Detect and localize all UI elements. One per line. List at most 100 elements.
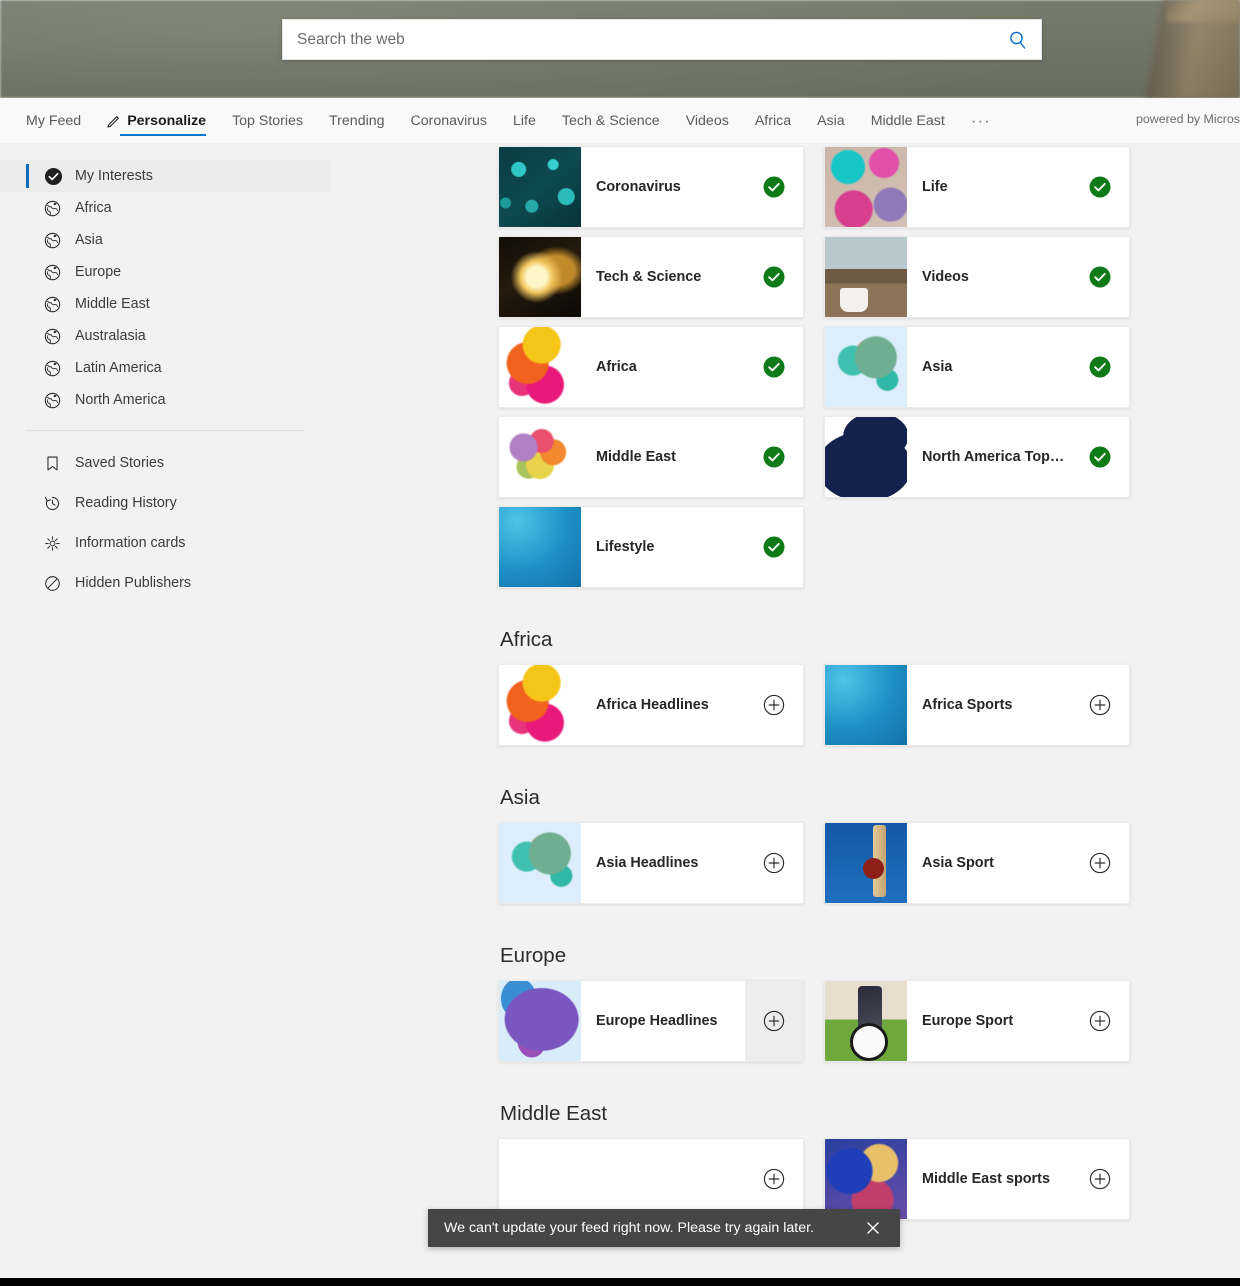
card-label: Middle East: [596, 449, 676, 465]
card-add-button[interactable]: [745, 665, 803, 745]
card-add-button[interactable]: [1071, 665, 1129, 745]
search-input[interactable]: [283, 20, 995, 59]
sidebar-item-saved-stories[interactable]: Saved Stories: [0, 443, 330, 483]
sidebar-item-africa[interactable]: Africa: [0, 192, 330, 224]
category-sections: Africa Africa Headlines Africa Sports Asia A…: [498, 628, 1138, 1220]
card-thumbnail: [825, 327, 907, 407]
plus-circle-icon: [1089, 852, 1111, 874]
section-title-africa: Africa: [500, 628, 553, 651]
globe-icon: [44, 264, 61, 281]
nav-item-tech-science[interactable]: Tech & Science: [562, 100, 660, 141]
sidebar-item-label: Latin America: [75, 360, 162, 376]
card-remove-button[interactable]: [1071, 417, 1129, 497]
topic-card-middle-east-sports[interactable]: Middle East sports: [824, 1138, 1130, 1220]
card-remove-button[interactable]: [1071, 237, 1129, 317]
nav-item-middle-east[interactable]: Middle East: [871, 100, 945, 141]
nav-item-life[interactable]: Life: [513, 100, 536, 141]
sidebar-item-label: Saved Stories: [75, 455, 165, 471]
topic-card-untitled[interactable]: [498, 1138, 804, 1220]
topic-card-tech-science[interactable]: Tech & Science: [498, 236, 804, 318]
check-circle-filled-icon: [44, 167, 63, 186]
card-label: Asia Headlines: [596, 855, 699, 871]
nav-item-trending[interactable]: Trending: [329, 100, 384, 141]
search-button[interactable]: [995, 20, 1041, 59]
toast-close-button[interactable]: [860, 1215, 886, 1241]
sidebar-item-hidden-publishers[interactable]: Hidden Publishers: [0, 563, 330, 603]
card-add-button[interactable]: [1071, 823, 1129, 903]
card-label: Middle East sports: [922, 1171, 1050, 1187]
nav-item-top-stories[interactable]: Top Stories: [232, 100, 303, 141]
gear-icon: [44, 535, 61, 552]
sidebar-item-reading-history[interactable]: Reading History: [0, 483, 330, 523]
sidebar-item-my-interests[interactable]: My Interests: [0, 160, 330, 192]
topic-card-asia-sport[interactable]: Asia Sport: [824, 822, 1130, 904]
sidebar-item-europe[interactable]: Europe: [0, 256, 330, 288]
sidebar-interests-group: My Interests Africa Asia Europe Middle East A…: [0, 160, 330, 416]
card-thumbnail: [825, 981, 907, 1061]
search-box[interactable]: [282, 19, 1042, 60]
sidebar-item-label: Asia: [75, 232, 103, 248]
card-thumbnail: [825, 1139, 907, 1219]
card-add-button[interactable]: [1071, 981, 1129, 1061]
topic-card-life[interactable]: Life: [824, 146, 1130, 228]
globe-icon: [44, 200, 61, 217]
topic-card-europe-headlines[interactable]: Europe Headlines: [498, 980, 804, 1062]
sidebar-item-asia[interactable]: Asia: [0, 224, 330, 256]
card-remove-button[interactable]: [1071, 327, 1129, 407]
sidebar-item-label: Australasia: [75, 328, 146, 344]
sidebar-item-latin-america[interactable]: Latin America: [0, 352, 330, 384]
card-add-button[interactable]: [745, 1139, 803, 1219]
topic-card-north-america-top[interactable]: North America Top…: [824, 416, 1130, 498]
nav-item-personalize[interactable]: Personalize: [107, 100, 206, 141]
sidebar-item-australasia[interactable]: Australasia: [0, 320, 330, 352]
nav-item-my-feed[interactable]: My Feed: [26, 100, 81, 141]
card-add-button[interactable]: [745, 823, 803, 903]
topic-card-africa[interactable]: Africa: [498, 326, 804, 408]
topic-card-africa-sports[interactable]: Africa Sports: [824, 664, 1130, 746]
sidebar-item-north-america[interactable]: North America: [0, 384, 330, 416]
nav-item-label: My Feed: [26, 113, 82, 129]
card-label: Europe Sport: [922, 1013, 1014, 1029]
sidebar-item-label: Information cards: [75, 535, 186, 551]
nav-item-label: Trending: [329, 113, 385, 129]
topic-card-lifestyle[interactable]: Lifestyle: [498, 506, 804, 588]
card-thumbnail: [825, 665, 907, 745]
card-remove-button[interactable]: [745, 417, 803, 497]
card-remove-button[interactable]: [745, 147, 803, 227]
nav-item-asia[interactable]: Asia: [817, 100, 845, 141]
card-thumbnail: [499, 327, 581, 407]
card-add-button[interactable]: [1071, 1139, 1129, 1219]
card-label: Coronavirus: [596, 179, 681, 195]
topic-card-europe-sport[interactable]: Europe Sport: [824, 980, 1130, 1062]
topic-card-africa-headlines[interactable]: Africa Headlines: [498, 664, 804, 746]
nav-item-label: Tech & Science: [561, 113, 660, 129]
topic-card-coronavirus[interactable]: Coronavirus: [498, 146, 804, 228]
topic-card-asia-headlines[interactable]: Asia Headlines: [498, 822, 804, 904]
card-label: Lifestyle: [596, 539, 655, 555]
plus-circle-icon: [763, 694, 785, 716]
card-thumbnail: [499, 1139, 581, 1219]
nav-item-label: Asia: [817, 113, 845, 129]
nav-item-coronavirus[interactable]: Coronavirus: [411, 100, 488, 141]
check-circle-green-icon: [763, 446, 785, 468]
sidebar-item-information-cards[interactable]: Information cards: [0, 523, 330, 563]
card-thumbnail: [499, 147, 581, 227]
card-add-button[interactable]: [745, 981, 803, 1061]
card-remove-button[interactable]: [745, 237, 803, 317]
topic-card-middle-east[interactable]: Middle East: [498, 416, 804, 498]
sidebar-tools-group: Saved Stories Reading History Information …: [0, 443, 330, 603]
nav-more-button[interactable]: ···: [971, 112, 991, 129]
card-remove-button[interactable]: [745, 327, 803, 407]
card-remove-button[interactable]: [745, 507, 803, 587]
card-label: Africa: [596, 359, 637, 375]
topic-card-asia[interactable]: Asia: [824, 326, 1130, 408]
close-icon: [867, 1222, 879, 1234]
nav-item-africa[interactable]: Africa: [755, 100, 791, 141]
check-circle-green-icon: [763, 356, 785, 378]
sidebar-item-middle-east[interactable]: Middle East: [0, 288, 330, 320]
nav-item-videos[interactable]: Videos: [686, 100, 729, 141]
card-remove-button[interactable]: [1071, 147, 1129, 227]
globe-icon: [44, 296, 61, 313]
nav-item-label: Top Stories: [232, 113, 304, 129]
topic-card-videos[interactable]: Videos: [824, 236, 1130, 318]
